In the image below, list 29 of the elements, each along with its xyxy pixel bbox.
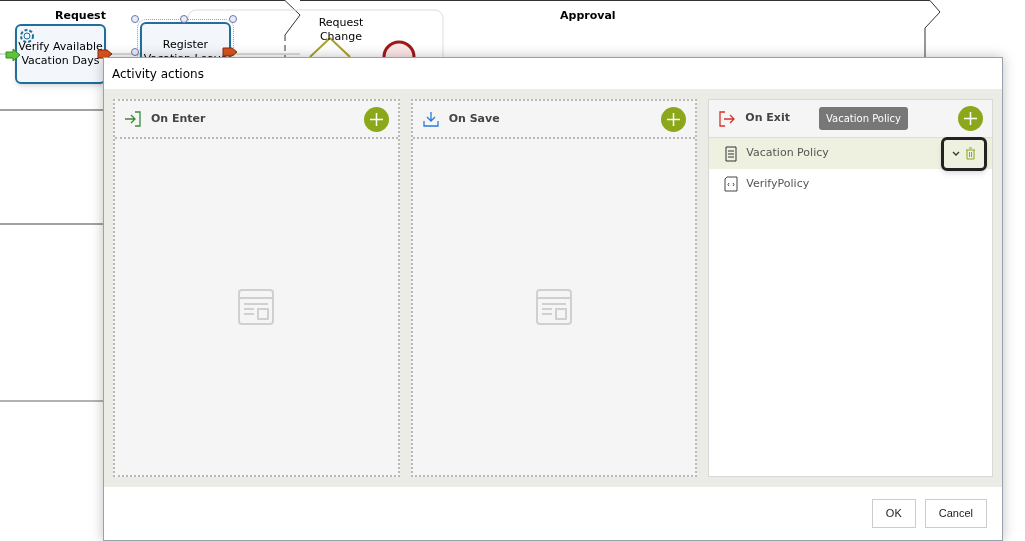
selection-handles-icon [131,14,239,57]
document-icon [724,145,739,162]
dialog-button[interactable]: OK [871,499,916,528]
plus-icon [369,112,383,126]
plus-icon [667,112,681,126]
script-icon [724,175,739,194]
empty-layout-icon [536,289,572,325]
gateway-label: Request Change [317,16,365,44]
panel-title: On Save [448,110,500,127]
panel-title: On Exit [745,110,790,127]
task-box: Verify Available Vacation Days [15,24,106,84]
action-item[interactable]: VerifyPolicy [709,169,992,200]
tooltip: Vacation Policy [819,107,908,130]
add-button[interactable] [363,106,389,132]
panel-title: On Enter [151,110,206,127]
enter-icon [124,111,142,127]
exit-icon [718,110,737,127]
empty-layout-icon [238,289,275,325]
action-item[interactable]: Vacation Policy [709,138,992,169]
lane-title: Request [55,8,106,24]
lane-title: Approval [560,8,616,24]
trash-icon[interactable] [965,147,976,160]
add-button[interactable] [661,106,687,132]
chevron-down-icon[interactable] [952,150,960,157]
add-button[interactable] [958,106,983,131]
flow-arrow-icon [97,48,113,60]
plus-icon [964,112,977,125]
dialog-button[interactable]: Cancel [924,499,987,528]
download-icon [421,111,440,127]
